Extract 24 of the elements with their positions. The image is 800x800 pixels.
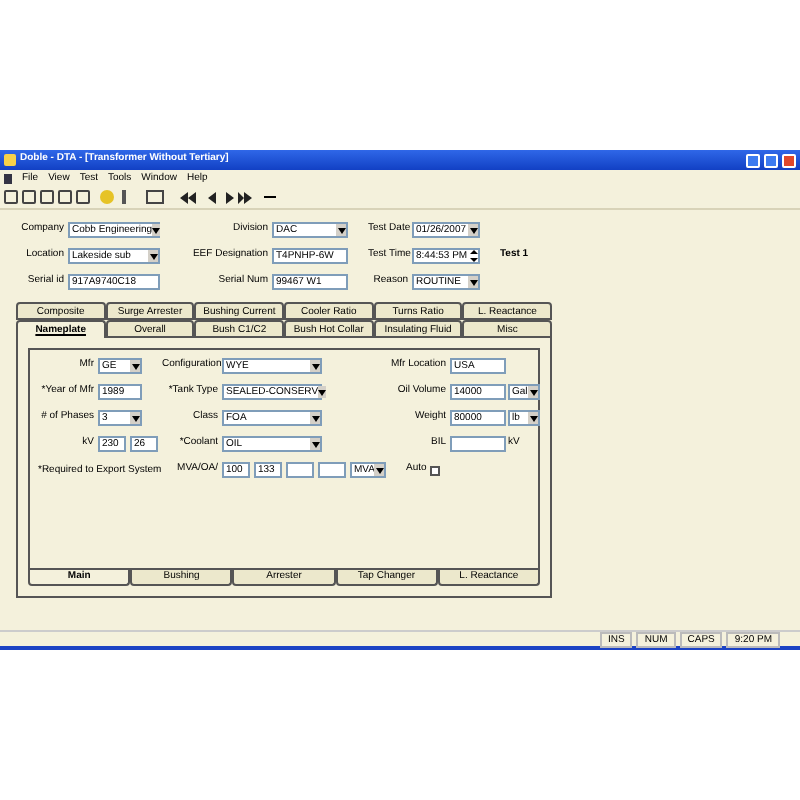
caret-icon (528, 386, 538, 398)
maximize-icon[interactable] (764, 153, 778, 167)
caret-icon (468, 276, 478, 288)
spin-arrows-icon (470, 250, 478, 262)
caret-icon (310, 412, 320, 424)
input-field[interactable] (286, 462, 314, 478)
caret-icon (148, 250, 158, 262)
checkbox[interactable] (430, 465, 441, 475)
caret-icon (130, 412, 140, 424)
input-field[interactable] (450, 436, 506, 452)
caret-icon (318, 386, 327, 398)
minimize-icon[interactable] (746, 153, 760, 167)
caret-icon (310, 438, 320, 450)
caret-icon (310, 360, 320, 372)
caret-icon (528, 412, 538, 424)
caret-icon (374, 464, 384, 476)
caret-icon (336, 224, 346, 236)
navigation-arrows-icon[interactable] (178, 189, 254, 205)
app-icon (4, 154, 16, 166)
input-field[interactable] (318, 462, 346, 478)
caret-icon (130, 360, 140, 372)
caret-icon (468, 224, 478, 236)
close-icon[interactable] (782, 153, 796, 167)
caret-icon (152, 224, 161, 236)
